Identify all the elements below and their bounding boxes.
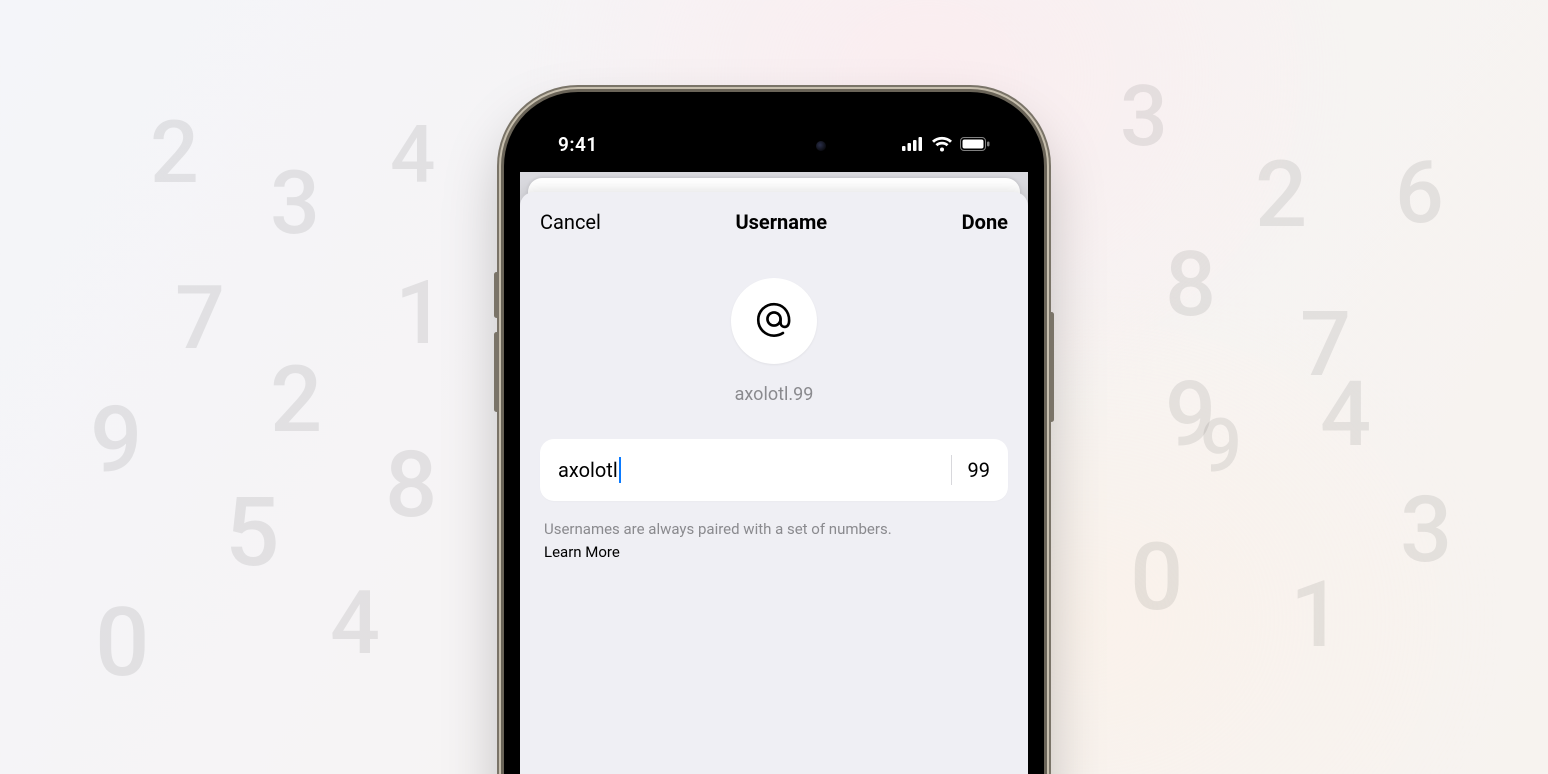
cancel-button[interactable]: Cancel xyxy=(540,210,601,234)
bg-digit: 9 xyxy=(1165,370,1216,460)
username-input-row[interactable]: axolotl 99 xyxy=(540,439,1008,501)
bg-digit: 7 xyxy=(1300,300,1351,390)
bg-digit: 5 xyxy=(225,485,280,581)
phone-mockup: 9:41 Cancel Username Done xyxy=(504,92,1044,774)
username-input[interactable]: axolotl xyxy=(558,457,935,483)
bg-digit: 4 xyxy=(390,115,435,195)
wifi-icon xyxy=(931,136,953,152)
bg-digit: 6 xyxy=(1395,150,1444,236)
done-button[interactable]: Done xyxy=(962,210,1008,234)
status-time: 9:41 xyxy=(558,133,598,156)
at-sign-icon xyxy=(753,298,795,344)
username-sheet: Cancel Username Done axolotl.99 xyxy=(520,192,1028,774)
bg-digit: 1 xyxy=(395,270,445,358)
bg-digit: 3 xyxy=(270,160,320,248)
dynamic-island xyxy=(704,126,844,166)
bg-digit: 2 xyxy=(270,355,322,447)
phone-screen: 9:41 Cancel Username Done xyxy=(520,108,1028,774)
bg-digit: 2 xyxy=(1255,150,1307,242)
learn-more-link[interactable]: Learn More xyxy=(544,542,892,563)
input-divider xyxy=(951,455,952,485)
bg-digit: 0 xyxy=(95,595,150,691)
sheet-title: Username xyxy=(735,210,827,234)
bg-digit: 4 xyxy=(330,580,380,668)
bg-digit: 3 xyxy=(1400,485,1452,577)
bg-digit: 3 xyxy=(1120,75,1168,159)
battery-icon xyxy=(960,137,990,151)
bg-digit: 8 xyxy=(385,440,437,532)
bg-digit: 0 xyxy=(1130,530,1183,624)
helper-text: Usernames are always paired with a set o… xyxy=(544,520,892,538)
text-cursor xyxy=(619,457,621,483)
helper-text-block: Usernames are always paired with a set o… xyxy=(540,519,896,563)
bg-digit: 2 xyxy=(150,110,199,196)
bg-digit: 9 xyxy=(1200,410,1242,484)
bg-digit: 4 xyxy=(1320,370,1371,460)
username-input-value: axolotl xyxy=(558,458,618,482)
at-sign-badge xyxy=(731,278,817,364)
bg-digit: 9 xyxy=(90,395,142,487)
sheet-navbar: Cancel Username Done xyxy=(520,192,1028,250)
username-display: axolotl.99 xyxy=(735,384,814,405)
username-suffix: 99 xyxy=(968,458,990,482)
bg-digit: 8 xyxy=(1165,240,1216,330)
bg-digit: 1 xyxy=(1290,570,1342,662)
bg-digit: 7 xyxy=(175,275,225,363)
cellular-icon xyxy=(902,137,924,151)
